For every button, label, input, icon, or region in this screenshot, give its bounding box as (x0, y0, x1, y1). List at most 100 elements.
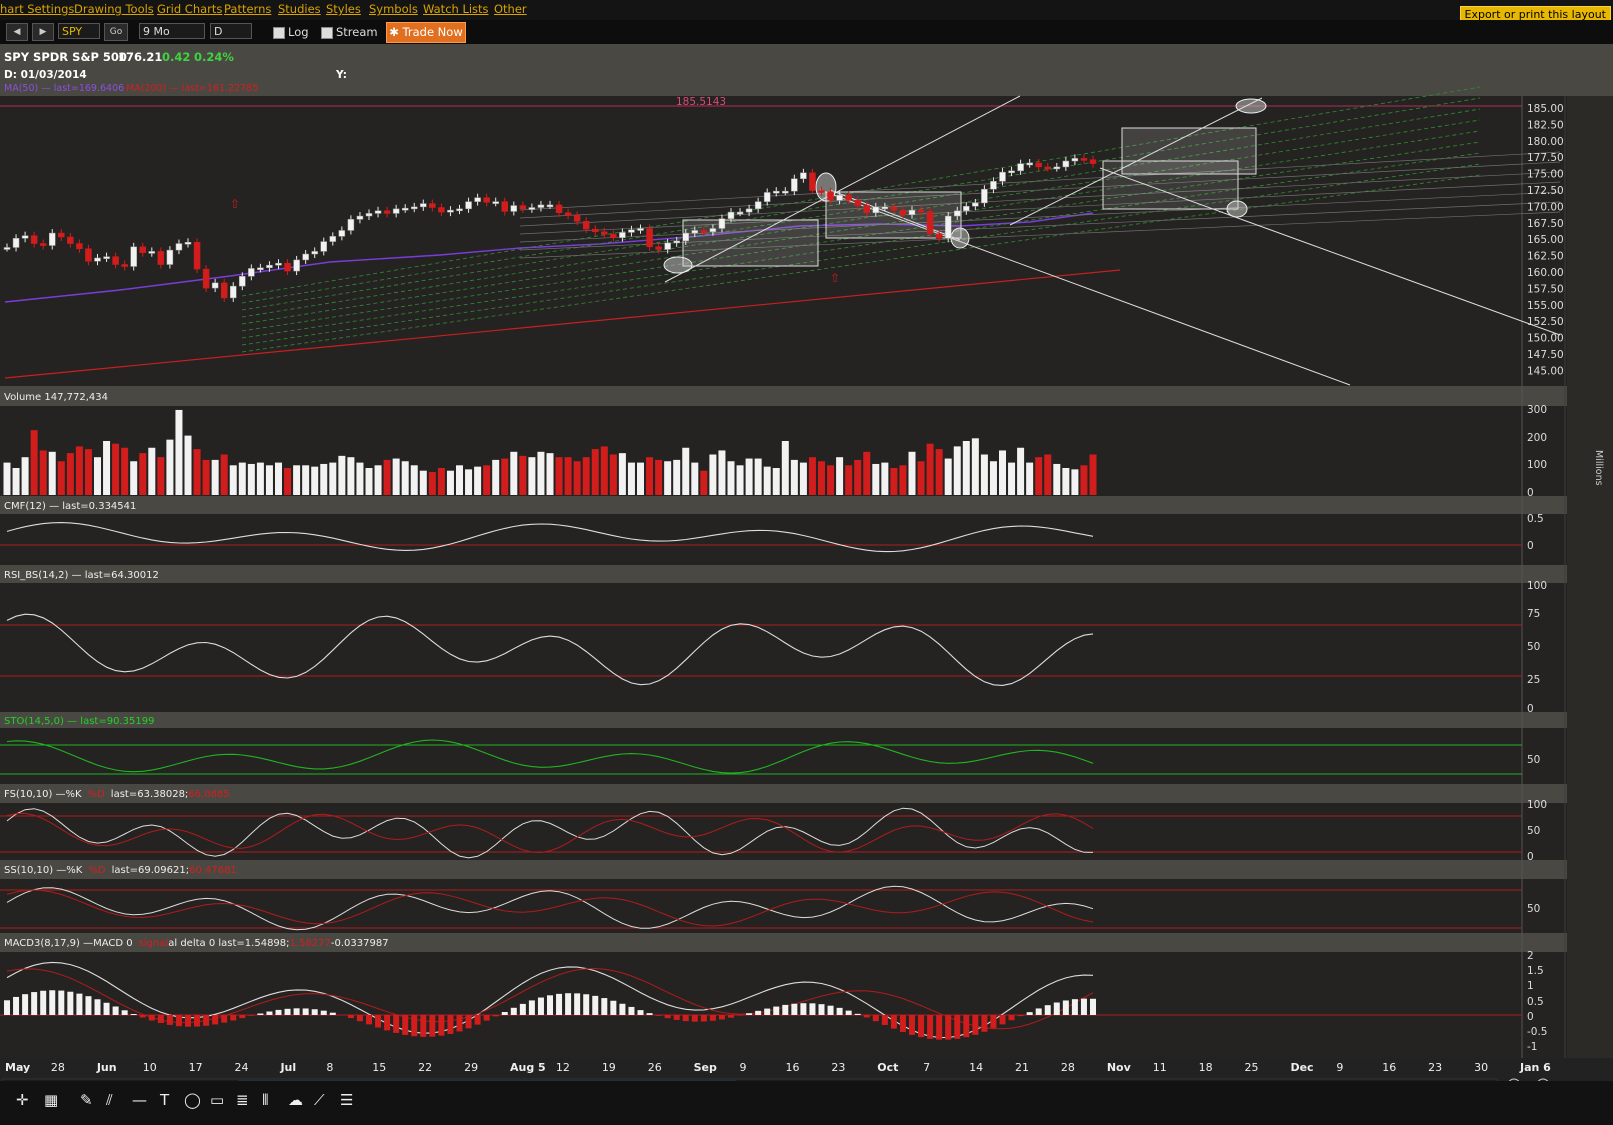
x-axis-label: Dec (1290, 1061, 1313, 1074)
forward-button[interactable]: ▶ (32, 23, 54, 41)
candle-body (673, 240, 680, 244)
trade-now-button[interactable]: ✱ Trade Now (386, 22, 466, 43)
grid-icon[interactable]: ▦ (44, 1091, 58, 1109)
cycle-lines-icon[interactable]: ⦀ (262, 1091, 269, 1109)
volume-bar (899, 465, 907, 495)
volume-bar (39, 450, 47, 495)
macd-hist-bar (854, 1013, 861, 1015)
menu-other[interactable]: Other (494, 2, 527, 16)
go-button[interactable]: Go (104, 23, 128, 41)
price-axis-label: 157.50 (1527, 283, 1564, 295)
parallel-lines-icon[interactable]: ⫽ (106, 1091, 113, 1109)
macd-axis-label: 2 (1527, 950, 1534, 962)
menu-lines-icon[interactable]: ☰ (340, 1091, 353, 1109)
candle-body (763, 192, 771, 202)
menu-grid-charts[interactable]: Grid Charts (157, 2, 222, 16)
candle-body (501, 201, 508, 212)
candle-body (519, 205, 527, 210)
macd-hist-bar (49, 990, 56, 1015)
volume-bar (84, 449, 92, 495)
back-button[interactable]: ◀ (6, 23, 28, 41)
rectangle-icon[interactable]: ▭ (210, 1091, 224, 1109)
ellipse-icon[interactable]: ◯ (184, 1091, 201, 1109)
menu-watch-lists[interactable]: Watch Lists (423, 2, 489, 16)
volume-bar (953, 446, 961, 495)
menu-patterns[interactable]: Patterns (224, 2, 271, 16)
period-select[interactable]: 9 Mo (139, 23, 205, 39)
candle-body (1008, 170, 1015, 174)
candle-body (682, 232, 689, 242)
volume-bar (329, 462, 337, 495)
menu-drawing-tools[interactable]: Drawing Tools (74, 2, 154, 16)
macd-hist-bar (610, 1000, 617, 1015)
fibonacci-icon[interactable]: ≣ (236, 1091, 249, 1109)
ss-k: SS(10,10) —%K (4, 865, 83, 876)
macd-hist-bar (429, 1015, 436, 1037)
x-axis-label: 23 (1428, 1061, 1442, 1074)
cmf-header-bg (0, 496, 1613, 514)
crosshair-icon[interactable]: ✛ (16, 1091, 29, 1109)
candle-body (528, 207, 536, 210)
menu-symbols[interactable]: Symbols (369, 2, 418, 16)
macd-hist-bar (194, 1015, 201, 1027)
volume-bar (184, 435, 192, 495)
volume-bar (736, 465, 744, 495)
line-icon[interactable]: — (132, 1091, 147, 1109)
candle-body (67, 236, 74, 244)
candle-body (1053, 166, 1061, 170)
volume-bar (609, 454, 617, 495)
candle-body (1035, 162, 1042, 168)
log-checkbox[interactable] (273, 27, 285, 39)
drawing-toolbar: ✛ ▦ ✎ ⫽ — T ◯ ▭ ≣ ⦀ ☁ ⟋ ☰ (0, 1081, 1613, 1125)
volume-bar (121, 447, 129, 495)
macd-hist-bar (112, 1006, 119, 1015)
macd-label: MACD3(8,17,9) —MACD 0 signalal delta 0 la… (4, 938, 389, 949)
macd-hist-bar (384, 1015, 391, 1031)
volume-bar (202, 459, 210, 495)
macd-hist-bar (1008, 1015, 1015, 1021)
highlight-box (682, 219, 819, 267)
macd-hist-bar (646, 1013, 653, 1015)
macd-hist-bar (501, 1012, 508, 1015)
macd-hist-bar (800, 1003, 807, 1015)
text-tool-icon[interactable]: T (160, 1091, 169, 1109)
macd-delta: al delta 0 last=1.54898; (168, 938, 289, 949)
candle-body (248, 268, 255, 277)
x-axis-label: Jul (279, 1061, 296, 1074)
macd-hist-bar (972, 1015, 979, 1035)
fan-icon[interactable]: ⟋ (314, 1091, 325, 1109)
interval-select[interactable]: D (210, 23, 252, 39)
volume-axis-label: 300 (1527, 404, 1547, 416)
pencil-icon[interactable]: ✎ (80, 1091, 93, 1109)
menu-styles[interactable]: Styles (326, 2, 361, 16)
candle-body (727, 211, 735, 219)
candle-body (266, 264, 273, 269)
candle-body (926, 211, 934, 234)
volume-bar (1044, 454, 1052, 495)
menu-studies[interactable]: Studies (278, 2, 321, 16)
macd-hist-bar (528, 1000, 535, 1015)
speech-bubble-icon[interactable]: ☁ (288, 1091, 303, 1109)
symbol-input[interactable]: SPY (58, 23, 100, 39)
candle-body (239, 276, 246, 287)
x-axis-label: 21 (1015, 1061, 1029, 1074)
candle-body (184, 241, 192, 245)
candle-body (293, 259, 300, 272)
menu-chart-settings[interactable]: hart Settings (0, 2, 74, 16)
volume-bar (926, 443, 934, 495)
volume-bar (709, 454, 717, 495)
macd-hist-bar (827, 1005, 834, 1015)
candle-body (220, 282, 228, 299)
candle-body (30, 235, 38, 244)
candle-body (619, 232, 626, 238)
volume-label: Volume 147,772,434 (4, 392, 108, 403)
macd-hist-bar (791, 1003, 798, 1015)
volume-bar (419, 470, 427, 495)
stream-checkbox[interactable] (321, 27, 333, 39)
price-change: 0.42 (162, 50, 190, 64)
ss-d-last: 60.47681 (189, 865, 237, 876)
macd-hist-bar (311, 1009, 318, 1015)
macd-hist-bar (447, 1015, 454, 1034)
volume-bar (148, 447, 156, 495)
price-axis-label: 172.50 (1527, 185, 1564, 197)
